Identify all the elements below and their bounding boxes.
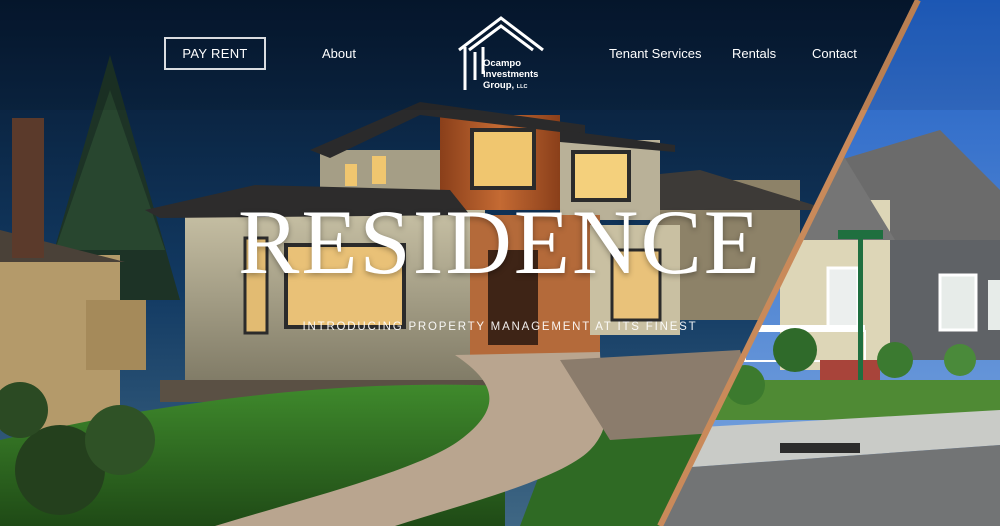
top-navigation: PAY RENT About Ocampo Investments Group,… <box>0 0 1000 110</box>
logo-line-3: Group, LLC <box>483 80 528 91</box>
hero-section: PAY RENT About Ocampo Investments Group,… <box>0 0 1000 526</box>
nav-link-tenant-services[interactable]: Tenant Services <box>609 46 702 61</box>
hero-tagline: INTRODUCING PROPERTY MANAGEMENT AT ITS F… <box>302 321 698 333</box>
pay-rent-button[interactable]: PAY RENT <box>164 37 266 70</box>
nav-link-about[interactable]: About <box>322 46 356 61</box>
logo-llc: LLC <box>516 84 528 90</box>
logo-line-2: Investments <box>483 69 539 80</box>
logo-line-1: Ocampo <box>483 58 522 69</box>
company-logo-text: Ocampo Investments Group, LLC <box>483 58 538 93</box>
hero-headline: RESIDENCE <box>238 191 762 293</box>
nav-link-rentals[interactable]: Rentals <box>732 46 776 61</box>
nav-link-contact[interactable]: Contact <box>812 46 857 61</box>
